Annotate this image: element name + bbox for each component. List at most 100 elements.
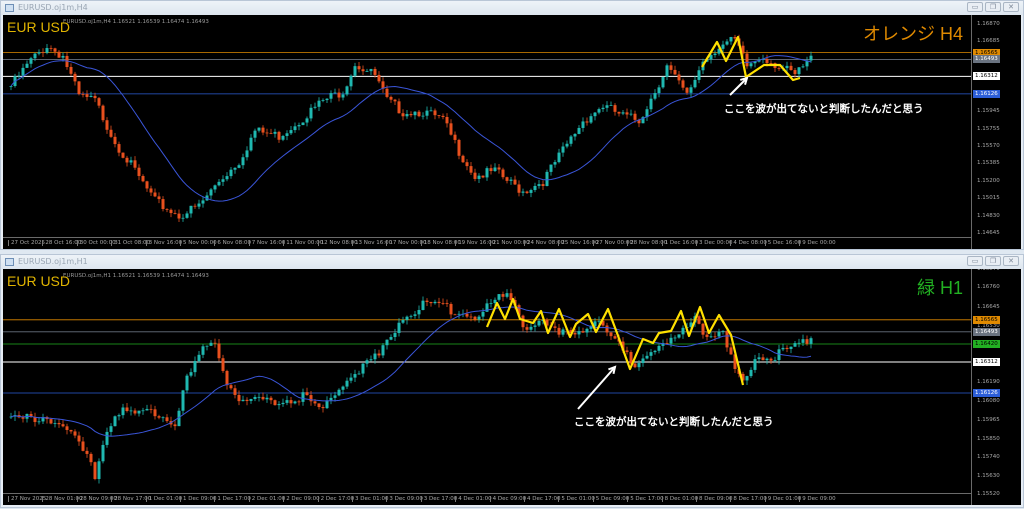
- candle-body: [577, 127, 581, 134]
- time-scale[interactable]: 27 Oct 2025 28 Oct 16:00 30 Oct 00:00 31 Oc…: [3, 237, 971, 249]
- candle-body: [437, 301, 441, 303]
- candle-body: [573, 133, 577, 137]
- candle: [613, 103, 617, 116]
- candle: [805, 56, 809, 71]
- candle: [149, 185, 153, 197]
- candle: [641, 116, 645, 124]
- candle-body: [729, 36, 733, 42]
- candle-body: [449, 304, 453, 315]
- candle: [645, 106, 649, 122]
- candle: [101, 440, 105, 464]
- window-titlebar[interactable]: EURUSD.oj1m,H1: [1, 255, 1023, 269]
- candle-body: [405, 316, 409, 321]
- candle-body: [141, 175, 145, 182]
- price-chart[interactable]: EURUSD.oj1m,H4 1.16521 1.16539 1.16474 1…: [3, 15, 1021, 249]
- candle: [489, 299, 493, 308]
- candle: [153, 188, 157, 198]
- candle: [69, 63, 73, 76]
- chart-window-h4[interactable]: EURUSD.oj1m,H4 ▭ ❐ ✕ EURUSD.oj1m,H4 1.16…: [0, 0, 1024, 250]
- candle-body: [641, 358, 645, 364]
- candle-body: [209, 342, 213, 346]
- close-button[interactable]: ✕: [1003, 256, 1019, 266]
- candle: [397, 98, 401, 114]
- candle-body: [717, 331, 721, 337]
- candle-body: [481, 311, 485, 317]
- window-titlebar[interactable]: EURUSD.oj1m,H4: [1, 1, 1023, 15]
- candle-body: [81, 441, 85, 451]
- candle-body: [753, 359, 757, 370]
- candle: [317, 97, 321, 111]
- candle-body: [721, 330, 725, 332]
- candle-body: [409, 315, 413, 317]
- candle-body: [505, 177, 509, 181]
- restore-button[interactable]: ❐: [985, 2, 1001, 12]
- symbol-label: EUR USD: [7, 19, 71, 35]
- candle: [317, 403, 321, 410]
- restore-button[interactable]: ❐: [985, 256, 1001, 266]
- candle: [321, 404, 325, 413]
- candle-body: [297, 401, 301, 403]
- price-chart[interactable]: EURUSD.oj1m,H1 1.16521 1.16539 1.16474 1…: [3, 269, 1021, 505]
- candle: [693, 75, 697, 89]
- candle-body: [801, 66, 805, 68]
- time-scale[interactable]: 27 Nov 2025 28 Nov 01:00 28 Nov 09:00 28 No…: [3, 493, 971, 505]
- candle: [401, 316, 405, 324]
- candle-body: [89, 95, 93, 97]
- candle: [433, 299, 437, 305]
- candle: [381, 77, 385, 93]
- close-button[interactable]: ✕: [1003, 2, 1019, 12]
- candle: [109, 423, 113, 437]
- candle: [33, 412, 37, 427]
- candlestick-plot[interactable]: [3, 15, 971, 237]
- candle: [425, 106, 429, 120]
- candle: [137, 164, 141, 181]
- candle: [221, 354, 225, 373]
- arrow-annotation: [577, 366, 616, 410]
- date-tick-label: 4 Dec 08:00: [730, 240, 767, 246]
- candle: [165, 414, 169, 423]
- candle-body: [169, 209, 173, 214]
- candle-body: [173, 424, 177, 427]
- candle-body: [501, 169, 505, 178]
- price-level-label: 1.16493: [973, 327, 1000, 336]
- candle-body: [545, 171, 549, 186]
- candle-body: [521, 315, 525, 328]
- minimize-button[interactable]: ▭: [967, 2, 983, 12]
- date-tick-label: 9 Dec 00:00: [799, 240, 836, 246]
- price-level-label: 1.16312: [973, 72, 1000, 81]
- candle-body: [457, 139, 461, 156]
- candle-body: [541, 184, 545, 186]
- candle: [77, 81, 81, 96]
- candle-body: [785, 347, 789, 349]
- candle-body: [745, 376, 749, 381]
- candle: [477, 173, 481, 184]
- candle-body: [269, 132, 273, 134]
- candle-body: [649, 352, 653, 356]
- candle: [449, 302, 453, 319]
- candle-body: [317, 403, 321, 408]
- price-scale[interactable]: 1.16870 1.16685 1.15945 1.15755 1.15570 1.153…: [971, 15, 1021, 249]
- candle: [521, 314, 525, 332]
- candle-body: [625, 350, 629, 353]
- candle: [73, 429, 77, 439]
- minimize-button[interactable]: ▭: [967, 256, 983, 266]
- candle: [29, 56, 33, 68]
- price-scale[interactable]: 1.16870 1.16760 1.16645 1.16530 1.16190 1.160…: [971, 269, 1021, 505]
- candle: [553, 321, 557, 333]
- candle: [293, 400, 297, 405]
- candle: [525, 190, 529, 195]
- candle: [605, 101, 609, 112]
- candle-body: [277, 131, 281, 140]
- candle-body: [469, 316, 473, 318]
- candle: [353, 62, 357, 78]
- candle: [141, 407, 145, 415]
- candle-body: [561, 146, 565, 153]
- chart-window-h1[interactable]: EURUSD.oj1m,H1 ▭ ❐ ✕ EURUSD.oj1m,H1 1.16…: [0, 254, 1024, 508]
- candle: [237, 163, 241, 169]
- candle-body: [549, 164, 553, 172]
- candle: [537, 179, 541, 189]
- candle-body: [289, 400, 293, 404]
- candle-body: [489, 303, 493, 304]
- candlestick-plot[interactable]: [3, 269, 971, 493]
- candle: [73, 71, 77, 86]
